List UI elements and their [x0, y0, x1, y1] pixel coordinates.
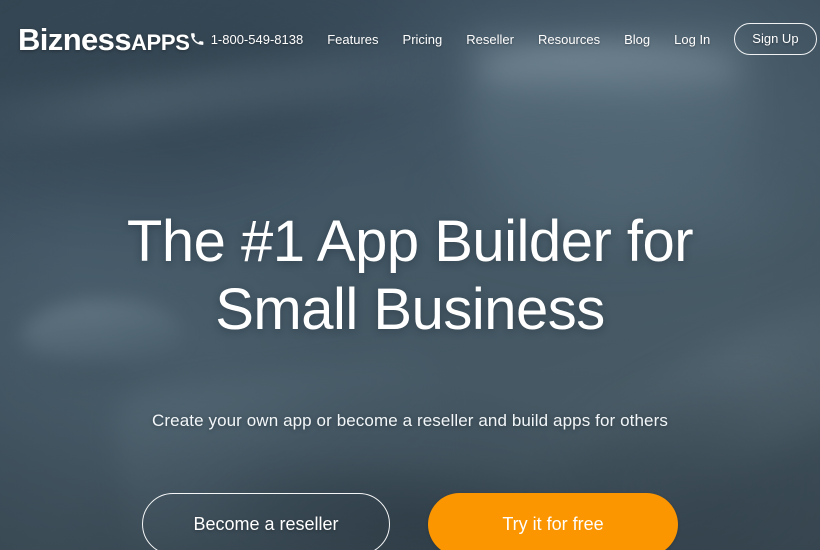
logo[interactable]: Bizness APPS [18, 24, 190, 55]
nav-item-resources[interactable]: Resources [538, 32, 600, 47]
phone-number-link[interactable]: 1-800-549-8138 [190, 31, 304, 47]
sign-up-button[interactable]: Sign Up [734, 23, 817, 55]
logo-sub-text: APPS [130, 29, 190, 55]
nav-item-pricing[interactable]: Pricing [403, 32, 443, 47]
nav-item-blog[interactable]: Blog [624, 32, 650, 47]
landing-page: Bizness APPS 1-800-549-8138 Features Pric… [0, 0, 820, 550]
become-a-reseller-button[interactable]: Become a reseller [142, 493, 390, 550]
page-title: The #1 App Builder for Small Business [126, 209, 694, 342]
hero-cta-row: Become a reseller Try it for free [142, 492, 678, 550]
hero-subtitle: Create your own app or become a reseller… [152, 410, 668, 430]
logo-main-text: Bizness [18, 21, 132, 57]
nav-item-features[interactable]: Features [327, 32, 378, 47]
main-navigation: 1-800-549-8138 Features Pricing Reseller… [190, 23, 817, 55]
nav-item-log-in[interactable]: Log In [674, 32, 710, 47]
site-header: Bizness APPS 1-800-549-8138 Features Pric… [0, 0, 820, 78]
phone-icon [190, 32, 204, 46]
phone-number-text: 1-800-549-8138 [210, 31, 304, 47]
try-it-for-free-button[interactable]: Try it for free [428, 492, 678, 550]
hero-section: The #1 App Builder for Small Business Cr… [0, 0, 820, 550]
nav-item-reseller[interactable]: Reseller [466, 32, 514, 47]
